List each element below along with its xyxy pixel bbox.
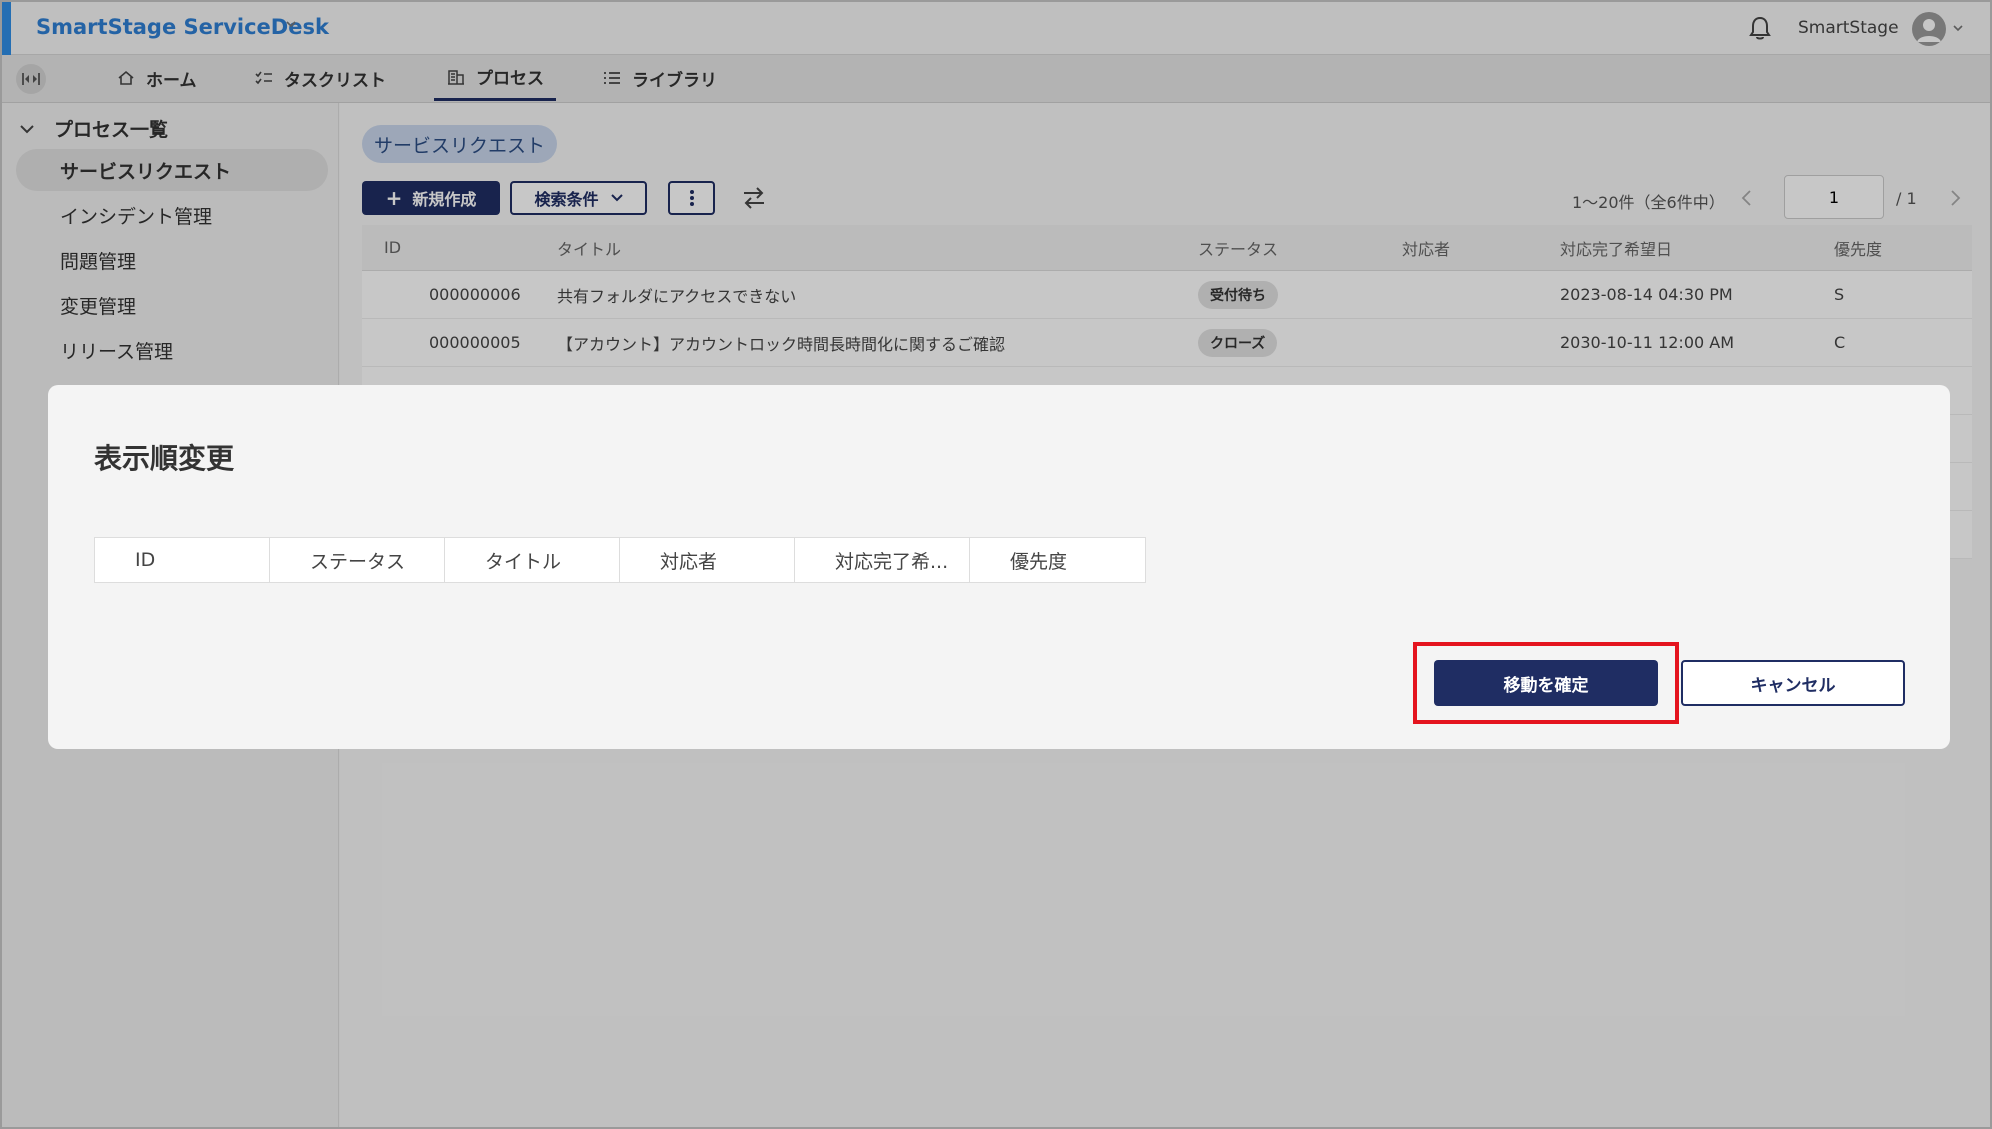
column-order-list: ID ステータス タイトル 対応者 対応完了希... 優先度	[94, 537, 1146, 583]
column-item-assignee[interactable]: 対応者	[620, 538, 795, 582]
reorder-dialog: 表示順変更 ID ステータス タイトル 対応者 対応完了希... 優先度 移動を…	[48, 385, 1950, 749]
column-item-due[interactable]: 対応完了希...	[795, 538, 970, 582]
confirm-move-button[interactable]: 移動を確定	[1434, 660, 1658, 706]
column-item-priority[interactable]: 優先度	[970, 538, 1145, 582]
dialog-title: 表示順変更	[94, 442, 235, 475]
column-item-status[interactable]: ステータス	[270, 538, 445, 582]
column-item-id[interactable]: ID	[95, 538, 270, 582]
cancel-button[interactable]: キャンセル	[1681, 660, 1905, 706]
app-window: SmartStage ServiceDesk SmartStage ホーム タス…	[0, 0, 1992, 1129]
column-item-title[interactable]: タイトル	[445, 538, 620, 582]
